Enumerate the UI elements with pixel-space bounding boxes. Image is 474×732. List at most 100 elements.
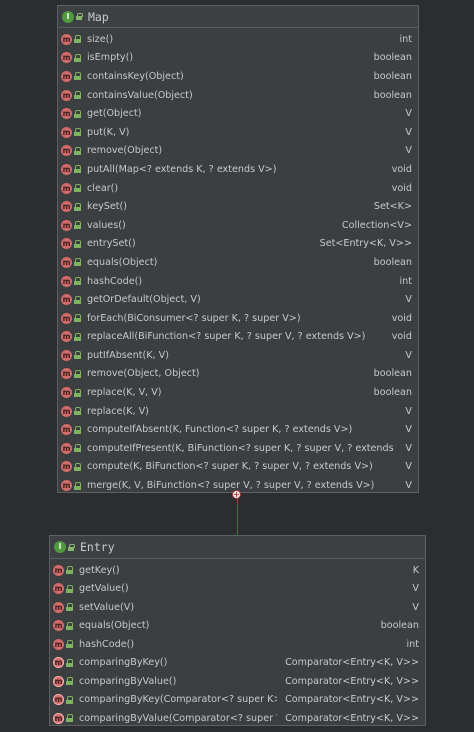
map-method-list: m size() int m isEmpty() boolean m containsKey(… (58, 28, 418, 495)
method-row[interactable]: m forEach(BiConsumer<? super K, ? super V… (58, 309, 418, 328)
method-return-type: boolean (373, 89, 412, 101)
method-icon: m (53, 601, 64, 613)
method-icon: m (61, 201, 72, 213)
method-row[interactable]: m replaceAll(BiFunction<? super K, ? supe… (58, 328, 418, 347)
method-row[interactable]: m put(K, V) V (58, 123, 418, 142)
method-signature: size() (87, 33, 114, 45)
method-icon: m (61, 331, 72, 343)
method-row[interactable]: m isEmpty() boolean (58, 49, 418, 68)
method-return-type: V (412, 583, 419, 595)
public-lock-icon (68, 543, 75, 551)
method-row[interactable]: m replace(K, V, V) boolean (58, 383, 418, 402)
method-row[interactable]: m containsKey(Object) boolean (58, 67, 418, 86)
method-signature: keySet() (87, 201, 128, 213)
method-row[interactable]: m setValue(V) V (50, 598, 425, 617)
method-row[interactable]: m computeIfPresent(K, BiFunction<? super … (58, 439, 418, 458)
method-row[interactable]: m comparingByKey() Comparator<Entry<K, V>> (50, 654, 425, 673)
public-lock-icon (66, 603, 73, 612)
method-icon: m (61, 126, 72, 138)
method-icon: m (53, 657, 64, 669)
method-row[interactable]: m getValue() V (50, 580, 425, 599)
method-row[interactable]: m containsValue(Object) boolean (58, 86, 418, 105)
method-signature: replaceAll(BiFunction<? super K, ? super… (87, 331, 366, 343)
method-signature: merge(K, V, BiFunction<? super V, ? supe… (87, 480, 375, 492)
method-icon: m (61, 163, 72, 175)
method-row[interactable]: m hashCode() int (50, 635, 425, 654)
map-interface-box[interactable]: I Map m size() int m isEmpty() boolean m contai… (57, 5, 419, 493)
entry-interface-box[interactable]: I Entry m getKey() Km getValue() Vm setValue(… (49, 535, 426, 726)
method-signature: remove(Object) (87, 145, 163, 157)
method-icon: m (61, 387, 72, 399)
method-icon: m (61, 70, 72, 82)
method-row[interactable]: m getOrDefault(Object, V) V (58, 290, 418, 309)
method-signature: comparingByValue(Comparator<? super V>) (79, 712, 278, 724)
method-icon: m (61, 238, 72, 250)
method-return-type: Collection<V> (341, 219, 412, 231)
method-return-type: int (399, 275, 412, 287)
method-signature: getOrDefault(Object, V) (87, 294, 201, 306)
method-row[interactable]: m values() Collection<V> (58, 216, 418, 235)
method-row[interactable]: m equals(Object) boolean (50, 617, 425, 636)
method-return-type: boolean (373, 256, 412, 268)
public-lock-icon (74, 314, 81, 323)
public-lock-icon (66, 621, 73, 630)
public-lock-icon (74, 53, 81, 62)
method-row[interactable]: m comparingByValue() Comparator<Entry<K, V… (50, 672, 425, 691)
method-row[interactable]: m keySet() Set<K> (58, 197, 418, 216)
method-return-type: K (412, 564, 419, 576)
public-lock-icon (66, 714, 73, 723)
method-row[interactable]: m putIfAbsent(K, V) V (58, 346, 418, 365)
map-title: Map (88, 9, 109, 24)
method-row[interactable]: m computeIfAbsent(K, Function<? super K, … (58, 420, 418, 439)
method-return-type: Set<K> (373, 201, 412, 213)
method-signature: replace(K, V, V) (87, 387, 162, 399)
method-signature: isEmpty() (87, 52, 134, 64)
method-row[interactable]: m entrySet() Set<Entry<K, V>> (58, 235, 418, 254)
method-icon: m (53, 694, 64, 706)
method-signature: getValue() (79, 583, 129, 595)
method-icon: m (61, 145, 72, 157)
method-signature: entrySet() (87, 238, 136, 250)
public-lock-icon (66, 566, 73, 575)
method-return-type: V (405, 294, 412, 306)
method-row[interactable]: m putAll(Map<? extends K, ? extends V>) vo… (58, 160, 418, 179)
public-lock-icon (76, 13, 83, 20)
method-icon: m (53, 564, 64, 576)
method-icon: m (61, 461, 72, 473)
method-row[interactable]: m equals(Object) boolean (58, 253, 418, 272)
method-icon: m (61, 480, 72, 492)
method-row[interactable]: m remove(Object, Object) boolean (58, 365, 418, 384)
method-signature: compute(K, BiFunction<? super K, ? super… (87, 461, 373, 473)
public-lock-icon (74, 388, 81, 397)
entry-method-list: m getKey() Km getValue() Vm setValue(V) Vm equa… (50, 559, 425, 728)
method-signature: remove(Object, Object) (87, 368, 200, 380)
method-signature: put(K, V) (87, 126, 130, 138)
inheritance-connector (237, 493, 238, 535)
method-signature: hashCode() (79, 638, 135, 650)
method-icon: m (61, 312, 72, 324)
public-lock-icon (74, 258, 81, 267)
method-return-type: void (391, 331, 412, 343)
method-signature: containsKey(Object) (87, 70, 184, 82)
method-return-type: Comparator<Entry<K, V>> (285, 675, 419, 687)
method-signature: replace(K, V) (87, 405, 149, 417)
public-lock-icon (66, 658, 73, 667)
method-icon: m (61, 424, 72, 436)
method-row[interactable]: m get(Object) V (58, 104, 418, 123)
method-row[interactable]: m hashCode() int (58, 272, 418, 291)
method-signature: values() (87, 219, 126, 231)
public-lock-icon (74, 91, 81, 100)
method-row[interactable]: m remove(Object) V (58, 142, 418, 161)
method-row[interactable]: m compute(K, BiFunction<? super K, ? supe… (58, 458, 418, 477)
method-icon: m (61, 33, 72, 45)
method-return-type: V (405, 349, 412, 361)
method-row[interactable]: m replace(K, V) V (58, 402, 418, 421)
method-icon: m (61, 275, 72, 287)
method-row[interactable]: m comparingByValue(Comparator<? super V>)… (50, 709, 425, 728)
method-row[interactable]: m comparingByKey(Comparator<? super K>) Co… (50, 691, 425, 710)
method-return-type: boolean (373, 387, 412, 399)
public-lock-icon (74, 481, 81, 490)
method-row[interactable]: m size() int (58, 30, 418, 49)
method-row[interactable]: m clear() void (58, 179, 418, 198)
method-row[interactable]: m getKey() K (50, 561, 425, 580)
